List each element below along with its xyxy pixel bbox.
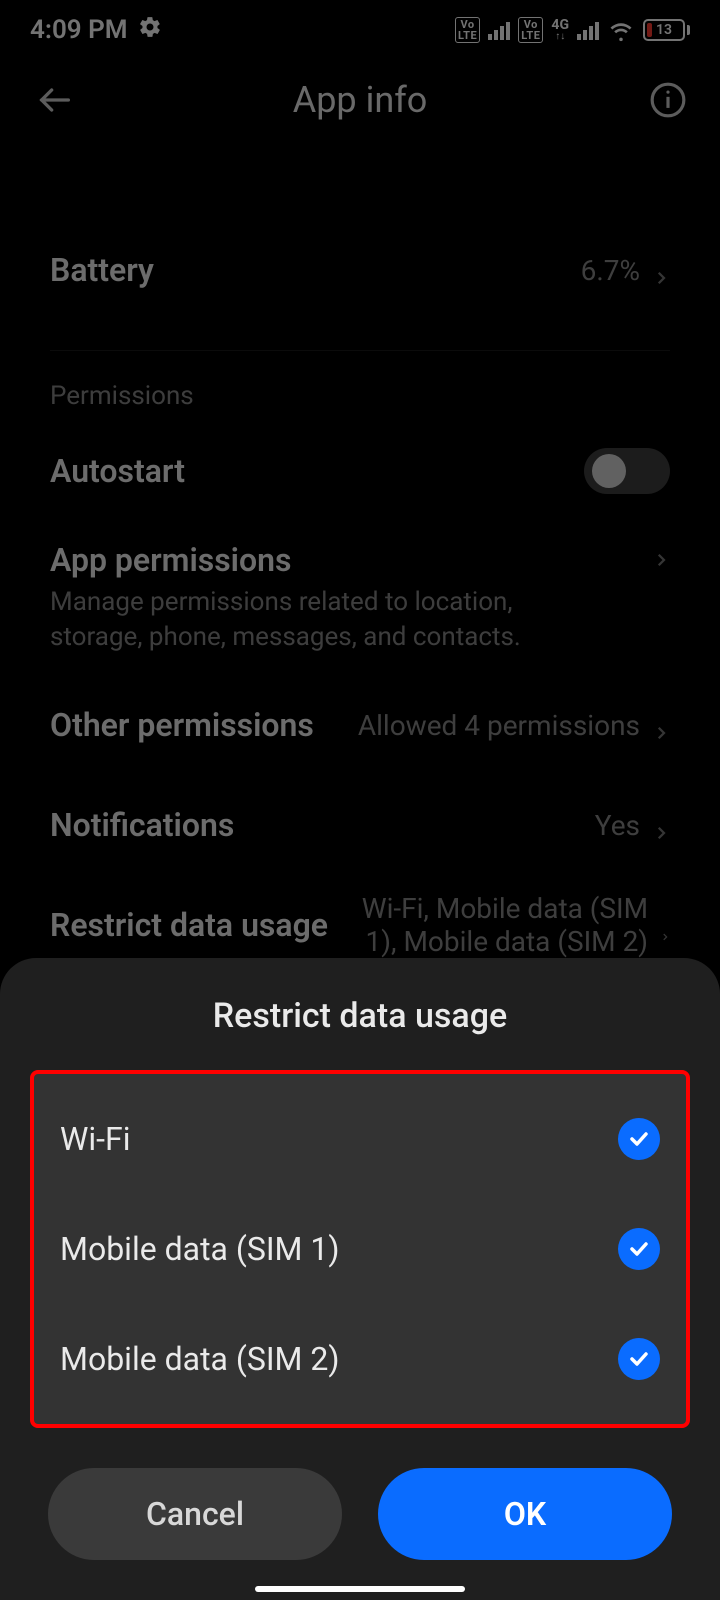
option-sim1-label: Mobile data (SIM 1): [60, 1230, 340, 1268]
cancel-button[interactable]: Cancel: [48, 1468, 342, 1560]
ok-button[interactable]: OK: [378, 1468, 672, 1560]
option-sim2[interactable]: Mobile data (SIM 2): [34, 1304, 686, 1414]
restrict-data-dialog: Restrict data usage Wi-Fi Mobile data (S…: [0, 958, 720, 1600]
checkmark-icon[interactable]: [618, 1118, 660, 1160]
option-wifi-label: Wi-Fi: [60, 1120, 130, 1158]
home-indicator[interactable]: [255, 1586, 465, 1592]
dialog-title: Restrict data usage: [0, 958, 720, 1070]
dialog-options-highlight: Wi-Fi Mobile data (SIM 1) Mobile data (S…: [30, 1070, 690, 1428]
dialog-buttons: Cancel OK: [0, 1428, 720, 1560]
ok-button-label: OK: [504, 1495, 546, 1533]
checkmark-icon[interactable]: [618, 1228, 660, 1270]
cancel-button-label: Cancel: [146, 1495, 244, 1533]
option-sim2-label: Mobile data (SIM 2): [60, 1340, 340, 1378]
checkmark-icon[interactable]: [618, 1338, 660, 1380]
option-wifi[interactable]: Wi-Fi: [34, 1084, 686, 1194]
option-sim1[interactable]: Mobile data (SIM 1): [34, 1194, 686, 1304]
